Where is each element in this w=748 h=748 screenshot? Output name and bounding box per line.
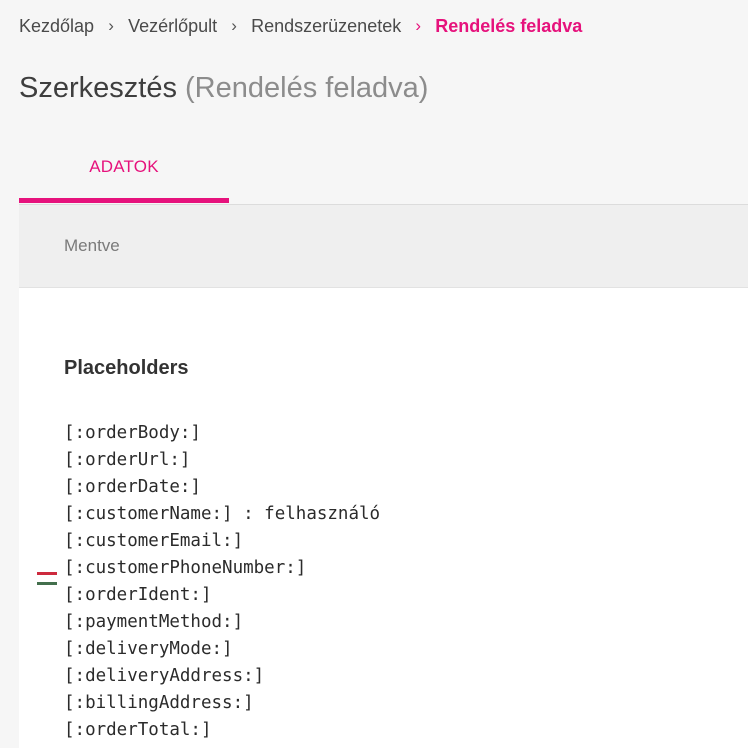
placeholder-item: [:customerPhoneNumber:]	[64, 558, 307, 578]
breadcrumb-item-home[interactable]: Kezdőlap	[19, 16, 94, 37]
save-status: Mentve	[64, 236, 120, 255]
chevron-right-icon: ›	[415, 16, 422, 35]
breadcrumb-item-system-messages[interactable]: Rendszerüzenetek	[251, 16, 401, 37]
flag-stripe-white	[37, 577, 57, 580]
page-title-subtitle: (Rendelés feladva)	[185, 72, 429, 104]
placeholders-title: Placeholders	[64, 357, 189, 379]
breadcrumb-item-dashboard[interactable]: Vezérlőpult	[128, 16, 217, 37]
placeholder-item: [:orderDate:]	[64, 477, 201, 497]
chevron-right-icon: ›	[108, 16, 114, 35]
content-panel: Placeholders [:orderBody:] [:orderUrl:] …	[19, 288, 748, 748]
placeholder-item: [:deliveryAddress:]	[64, 666, 265, 686]
placeholder-list: [:orderBody:] [:orderUrl:] [:orderDate:]…	[64, 420, 380, 744]
placeholder-item: [:orderUrl:]	[64, 450, 191, 470]
placeholder-item: [:orderTotal:]	[64, 720, 212, 740]
tab-label: ADATOK	[89, 157, 159, 176]
status-bar: Mentve	[19, 205, 748, 288]
hungarian-flag-icon[interactable]	[37, 572, 57, 587]
placeholder-item: [:deliveryMode:]	[64, 639, 233, 659]
placeholder-item: [:orderBody:]	[64, 423, 201, 443]
placeholder-item: [:customerEmail:]	[64, 531, 244, 551]
page: Kezdőlap › Vezérlőpult › Rendszerüzenete…	[0, 0, 748, 748]
placeholder-item: [:customerName:] : felhasználó	[64, 504, 381, 524]
tab-adatok[interactable]: ADATOK	[19, 140, 229, 203]
breadcrumb-current: Rendelés feladva	[435, 15, 583, 36]
chevron-right-icon: ›	[231, 16, 237, 35]
placeholder-item: [:orderIdent:]	[64, 585, 212, 605]
flag-stripe-red	[37, 572, 57, 575]
flag-stripe-green	[37, 582, 57, 585]
breadcrumb: Kezdőlap › Vezérlőpult › Rendszerüzenete…	[19, 14, 582, 38]
placeholder-item: [:billingAddress:]	[64, 693, 254, 713]
page-title: Szerkesztés (Rendelés feladva)	[19, 72, 428, 105]
placeholder-item: [:paymentMethod:]	[64, 612, 244, 632]
tab-bar: ADATOK	[19, 140, 748, 205]
page-title-main: Szerkesztés	[19, 72, 177, 104]
